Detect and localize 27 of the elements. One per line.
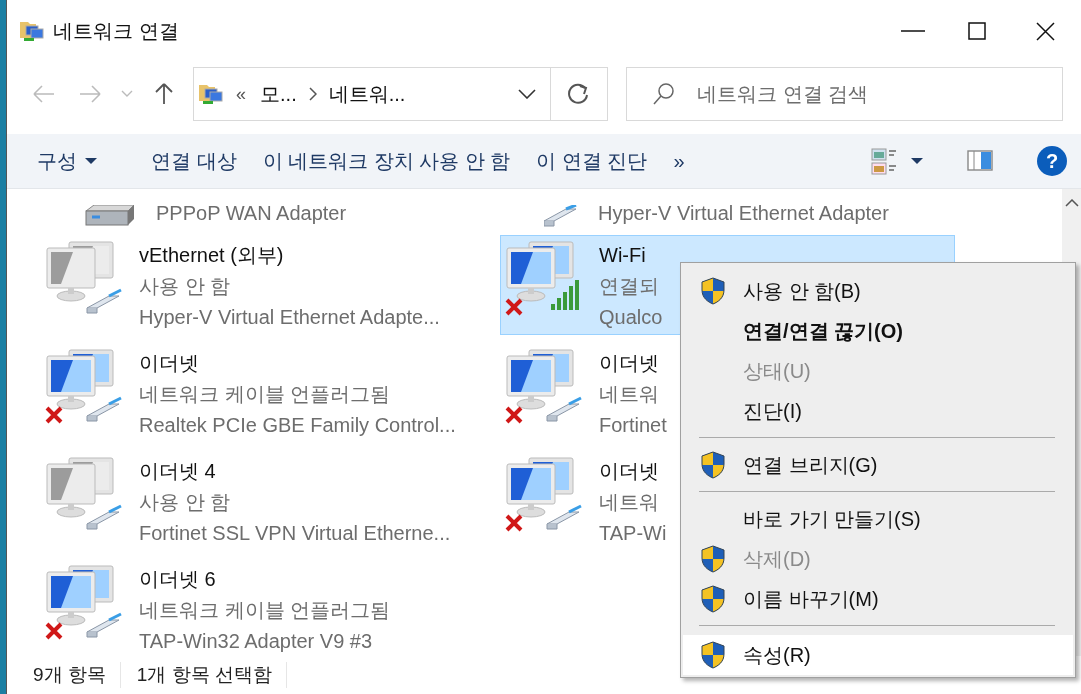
adapter-status: 연결되 [599,274,660,299]
search-placeholder: 네트워크 연결 검색 [697,81,869,107]
status-text: 1개 항목 선택함 [136,662,287,688]
adapter-device: Qualco [599,305,663,330]
adapter-name: 이더넷 4 [139,459,217,484]
adapter-name: Wi-Fi [599,243,647,268]
window-title: 네트워크 연결 [53,18,180,44]
adapter-device: Realtek PCIe GBE Family Control... [139,413,456,438]
adapter-name: 이더넷 6 [139,567,217,592]
adapter-device: Hyper-V Virtual Ethernet Adapte... [139,305,440,330]
adapter-status: 네트워 [599,382,660,407]
adapter-device: Hyper-V Virtual Ethernet Adapter [598,201,889,226]
adapter-status: 사용 안 함 [139,274,232,299]
adapter-status: 네트워 [599,490,660,515]
adapter-device: Fortinet [599,413,667,438]
adapter-device: TAP-Wi [599,521,667,546]
adapter-status: 네트워크 케이블 언플러그됨 [139,598,391,623]
adapter-name: 이더넷 [599,351,660,376]
adapter-status: 사용 안 함 [139,490,232,515]
adapter-status: 네트워크 케이블 언플러그됨 [139,382,392,407]
adapter-name: 이더넷 [599,459,660,484]
adapter-name: vEthernet (외부) [139,243,285,268]
adapter-device: Fortinet SSL VPN Virtual Etherne... [139,521,451,546]
adapter-device: PPPoP WAN Adapter [156,201,347,226]
adapter-device: TAP-Win32 Adapter V9 #3 [139,629,374,654]
adapter-name: 이더넷 [139,351,200,376]
status-text: 9개 항목 [33,662,121,688]
